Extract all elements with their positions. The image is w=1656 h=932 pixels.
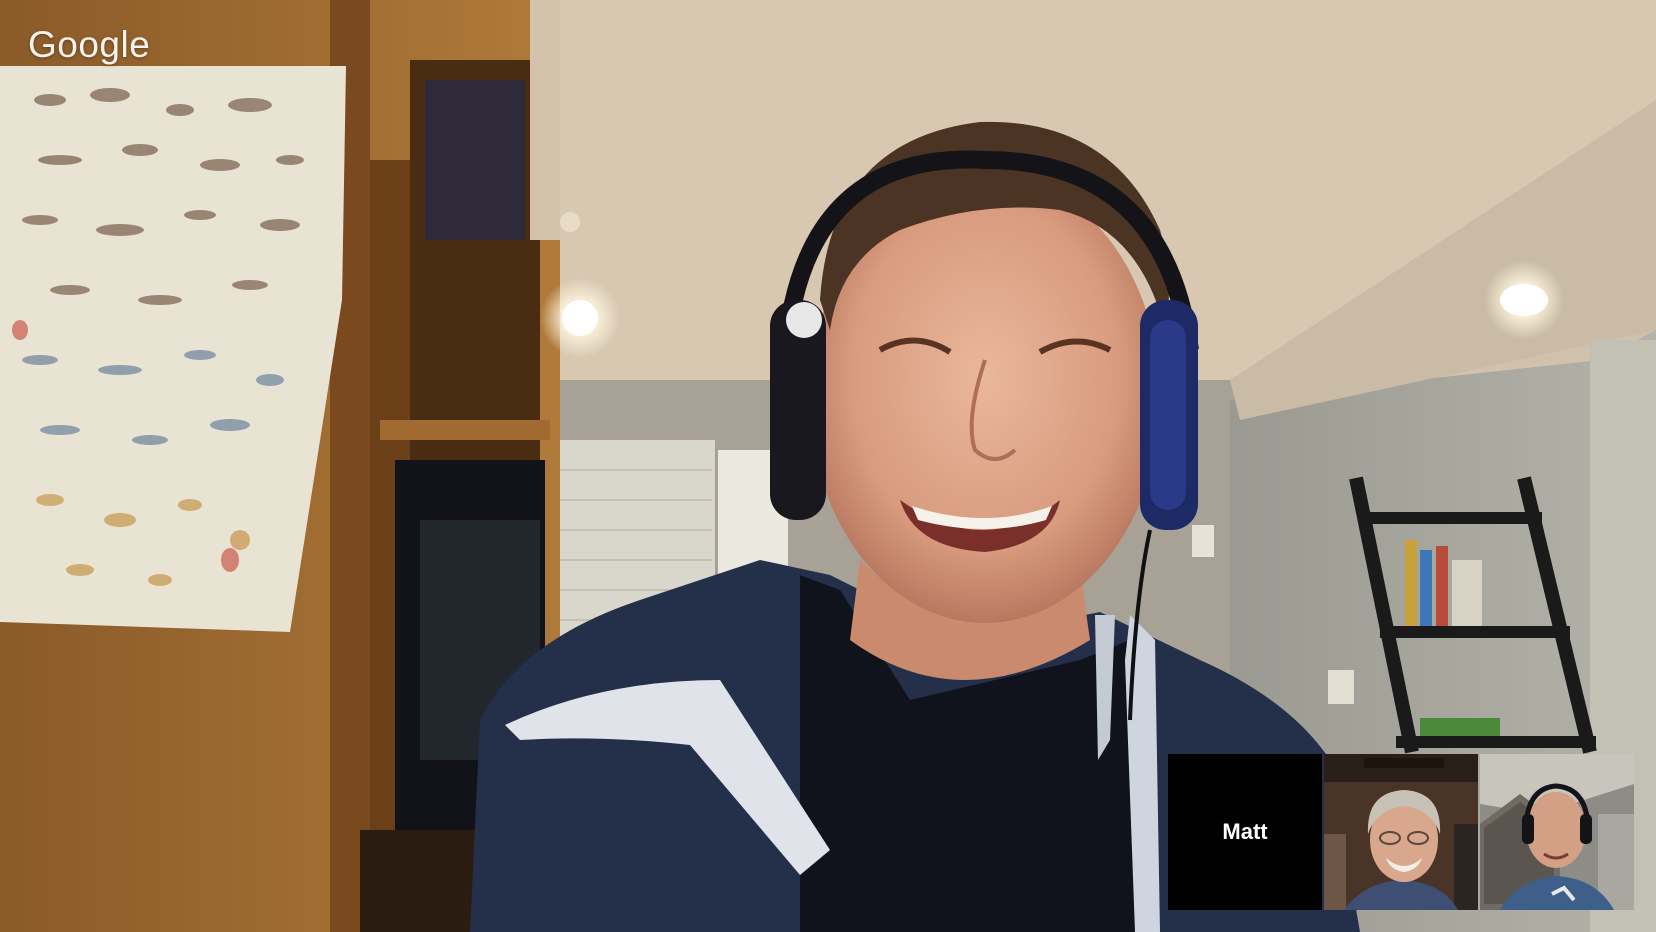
hangout-window: Google Matt bbox=[0, 0, 1656, 932]
participant-tile-matt[interactable]: Matt bbox=[1168, 754, 1322, 910]
participant-video-thumbnail bbox=[1324, 754, 1478, 910]
participant-filmstrip: Matt bbox=[1168, 754, 1636, 910]
participant-name: Matt bbox=[1222, 819, 1268, 844]
participant-tile-2[interactable] bbox=[1324, 754, 1478, 910]
participant-tile-3[interactable] bbox=[1480, 754, 1634, 910]
google-logo: Google bbox=[28, 24, 151, 65]
participant-video-thumbnail bbox=[1480, 754, 1634, 910]
